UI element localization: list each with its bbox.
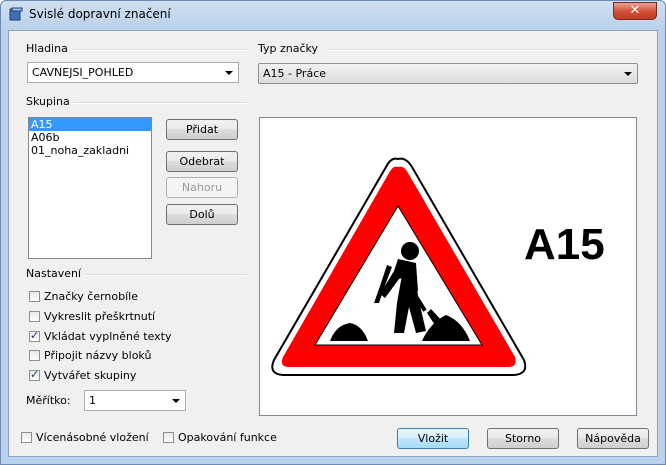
list-item[interactable]: A15: [29, 118, 151, 131]
move-up-button[interactable]: Nahoru: [166, 177, 238, 198]
option-bw-signs[interactable]: Značky černobíle: [29, 290, 229, 306]
sign-type-combobox[interactable]: A15 - Práce: [258, 63, 638, 84]
insert-button[interactable]: Vložit: [397, 428, 469, 449]
close-button[interactable]: ✕: [613, 2, 657, 20]
scale-combobox[interactable]: 1: [84, 390, 186, 411]
layer-combobox[interactable]: CAVNEJSI_POHLED: [27, 62, 239, 83]
sign-type-divider: [328, 49, 640, 51]
roadworks-sign-icon: [271, 157, 527, 376]
option-create-groups[interactable]: Vytvářet skupiny: [29, 368, 229, 385]
option-label: Značky černobíle: [44, 290, 138, 303]
cancel-button[interactable]: Storno: [487, 428, 559, 449]
option-filled-texts[interactable]: Vkládat vyplněné texty: [29, 329, 229, 346]
remove-button[interactable]: Odebrat: [166, 151, 238, 172]
option-block-names[interactable]: Připojit názvy bloků: [29, 349, 229, 365]
add-button[interactable]: Přidat: [166, 119, 238, 140]
layer-divider: [73, 49, 247, 51]
option-label: Připojit názvy bloků: [44, 349, 152, 362]
settings-label: Nastavení: [26, 267, 82, 280]
option-label: Vytvářet skupiny: [44, 369, 137, 382]
checkbox[interactable]: [29, 291, 40, 302]
title-bar[interactable]: Svislé dopravní značení ✕: [1, 1, 665, 27]
sign-type-label: Typ značky: [258, 42, 319, 55]
list-item[interactable]: 01_noha_zakladni: [29, 144, 151, 157]
checkbox[interactable]: [21, 432, 32, 443]
list-item[interactable]: A06b: [29, 131, 151, 144]
help-button[interactable]: Nápověda: [577, 428, 649, 449]
checkbox[interactable]: [29, 329, 40, 342]
multi-insert-option[interactable]: Vícenásobné vložení: [21, 431, 161, 447]
chevron-down-icon: [172, 399, 180, 403]
settings-divider: [85, 274, 247, 276]
sign-preview: A15: [259, 117, 637, 416]
chevron-down-icon: [624, 72, 632, 76]
option-draw-strike[interactable]: Vykreslit přeškrtnutí: [29, 310, 229, 326]
layer-label: Hladina: [26, 42, 68, 55]
option-label: Vícenásobné vložení: [36, 431, 149, 444]
option-label: Vkládat vyplněné texty: [44, 330, 172, 343]
sign-type-value: A15 - Práce: [263, 67, 327, 80]
move-down-button[interactable]: Dolů: [166, 204, 238, 225]
group-label: Skupina: [26, 95, 70, 108]
chevron-down-icon: [225, 71, 233, 75]
dialog-window: Svislé dopravní značení ✕ Hladina CAVNEJ…: [0, 0, 666, 465]
checkbox[interactable]: [29, 311, 40, 322]
group-divider: [73, 102, 247, 104]
checkbox[interactable]: [163, 432, 174, 443]
sign-code-label: A15: [524, 220, 605, 269]
app-icon: [9, 7, 23, 21]
option-label: Vykreslit přeškrtnutí: [44, 310, 156, 323]
checkbox[interactable]: [29, 368, 40, 381]
checkbox[interactable]: [29, 350, 40, 361]
option-label: Opakování funkce: [178, 431, 277, 444]
group-listbox[interactable]: A15 A06b 01_noha_zakladni: [28, 117, 152, 259]
repeat-function-option[interactable]: Opakování funkce: [163, 431, 293, 447]
dialog-client: Hladina CAVNEJSI_POHLED Skupina A15 A06b…: [8, 30, 658, 457]
scale-value: 1: [89, 394, 96, 407]
window-title: Svislé dopravní značení: [29, 7, 171, 21]
layer-value: CAVNEJSI_POHLED: [32, 66, 134, 79]
scale-label: Měřítko:: [26, 394, 71, 407]
close-icon: ✕: [629, 3, 641, 18]
